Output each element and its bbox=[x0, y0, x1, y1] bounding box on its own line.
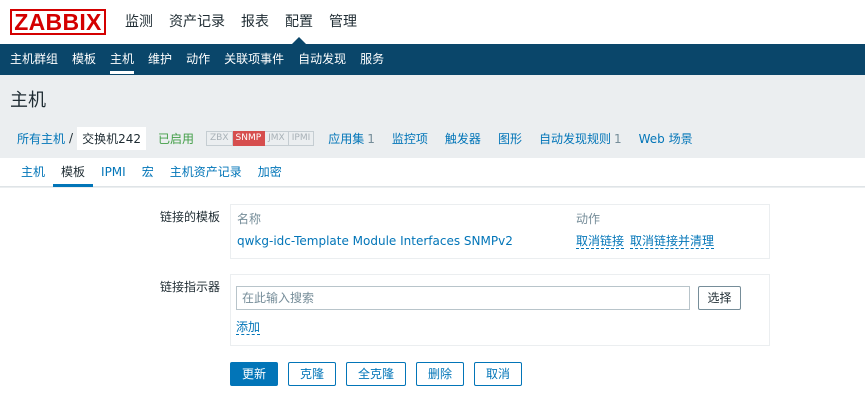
link-indicator-box: 在此输入搜索 选择 添加 bbox=[230, 274, 770, 346]
sub-menu-event-correlation[interactable]: 关联项事件 bbox=[217, 44, 291, 75]
tab-macros[interactable]: 宏 bbox=[134, 158, 162, 186]
availability-zbx: ZBX bbox=[205, 130, 233, 146]
host-tabs: 主机 模板 IPMI 宏 主机资产记录 加密 bbox=[0, 158, 865, 187]
host-navigation: 所有主机 / 交换机242 已启用 ZBX SNMP JMX IPMI 应用集 1… bbox=[0, 124, 865, 152]
availability-snmp: SNMP bbox=[232, 130, 266, 146]
nav-discovery-rules-count: 1 bbox=[613, 131, 622, 146]
availability-jmx: JMX bbox=[265, 130, 289, 146]
breadcrumb-all-hosts[interactable]: 所有主机 bbox=[17, 130, 65, 147]
sub-menu-templates[interactable]: 模板 bbox=[65, 44, 103, 75]
page-title: 主机 bbox=[10, 90, 46, 111]
nav-graphs[interactable]: 图形 bbox=[498, 130, 522, 147]
column-action-header: 动作 bbox=[576, 212, 601, 226]
nav-items[interactable]: 监控项 bbox=[392, 130, 428, 147]
nav-applications-count: 1 bbox=[367, 131, 375, 146]
top-menu-administration[interactable]: 管理 bbox=[321, 0, 365, 44]
linked-templates-table: 名称 动作 qwkg-idc-Template Module Interface… bbox=[230, 204, 770, 259]
column-name-header: 名称 bbox=[237, 212, 262, 226]
templates-form: 链接的模板 名称 动作 qwkg-idc-Template Module Int… bbox=[0, 188, 865, 399]
availability-indicators: ZBX SNMP JMX IPMI bbox=[205, 130, 315, 146]
nav-discovery-rules-label: 自动发现规则 bbox=[538, 131, 611, 146]
nav-triggers[interactable]: 触发器 bbox=[445, 130, 481, 147]
select-button[interactable]: 选择 bbox=[698, 286, 741, 310]
sub-menu-hosts[interactable]: 主机 bbox=[103, 44, 141, 75]
tab-encryption[interactable]: 加密 bbox=[250, 158, 290, 186]
template-search-input[interactable]: 在此输入搜索 bbox=[236, 286, 690, 310]
unlink-button[interactable]: 取消链接 bbox=[576, 234, 625, 249]
top-menu-reports[interactable]: 报表 bbox=[233, 0, 277, 44]
cancel-button[interactable]: 取消 bbox=[474, 362, 522, 386]
availability-ipmi: IPMI bbox=[288, 130, 315, 146]
sub-menu-actions[interactable]: 动作 bbox=[179, 44, 217, 75]
zabbix-logo[interactable]: ZABBIX bbox=[10, 9, 106, 35]
nav-discovery-rules[interactable]: 自动发现规则 1 bbox=[539, 130, 622, 147]
top-header: ZABBIX 监测 资产记录 报表 配置 管理 bbox=[0, 0, 865, 44]
link-indicator-label: 链接指示器 bbox=[159, 280, 220, 294]
tab-ipmi[interactable]: IPMI bbox=[93, 158, 134, 186]
unlink-clear-button[interactable]: 取消链接并清理 bbox=[630, 234, 715, 249]
add-link[interactable]: 添加 bbox=[236, 320, 261, 335]
breadcrumb-current-host: 交换机242 bbox=[77, 126, 146, 150]
linked-template-link[interactable]: qwkg-idc-Template Module Interfaces SNMP… bbox=[237, 234, 513, 248]
sub-menu: 主机群组 模板 主机 维护 动作 关联项事件 自动发现 服务 bbox=[0, 44, 865, 75]
tab-templates[interactable]: 模板 bbox=[53, 158, 94, 187]
breadcrumb-separator: / bbox=[69, 131, 74, 145]
tab-host[interactable]: 主机 bbox=[13, 158, 53, 186]
top-menu-configuration[interactable]: 配置 bbox=[277, 0, 321, 44]
nav-applications[interactable]: 应用集 1 bbox=[328, 130, 375, 147]
nav-web-scenarios[interactable]: Web 场景 bbox=[639, 130, 693, 147]
clone-button[interactable]: 克隆 bbox=[288, 362, 336, 386]
top-menu-inventory[interactable]: 资产记录 bbox=[161, 0, 233, 44]
sub-menu-host-groups[interactable]: 主机群组 bbox=[3, 44, 65, 75]
top-menu-monitoring[interactable]: 监测 bbox=[117, 0, 161, 44]
host-status-enabled[interactable]: 已启用 bbox=[158, 130, 194, 147]
nav-applications-label: 应用集 bbox=[328, 131, 365, 146]
delete-button[interactable]: 删除 bbox=[416, 362, 464, 386]
top-menu: 监测 资产记录 报表 配置 管理 bbox=[117, 0, 365, 44]
full-clone-button[interactable]: 全克隆 bbox=[346, 362, 406, 386]
sub-menu-discovery[interactable]: 自动发现 bbox=[291, 44, 353, 75]
update-button[interactable]: 更新 bbox=[230, 362, 278, 386]
sub-menu-maintenance[interactable]: 维护 bbox=[141, 44, 179, 75]
linked-templates-label: 链接的模板 bbox=[159, 210, 220, 224]
tab-inventory[interactable]: 主机资产记录 bbox=[162, 158, 250, 186]
sub-menu-services[interactable]: 服务 bbox=[353, 44, 391, 75]
